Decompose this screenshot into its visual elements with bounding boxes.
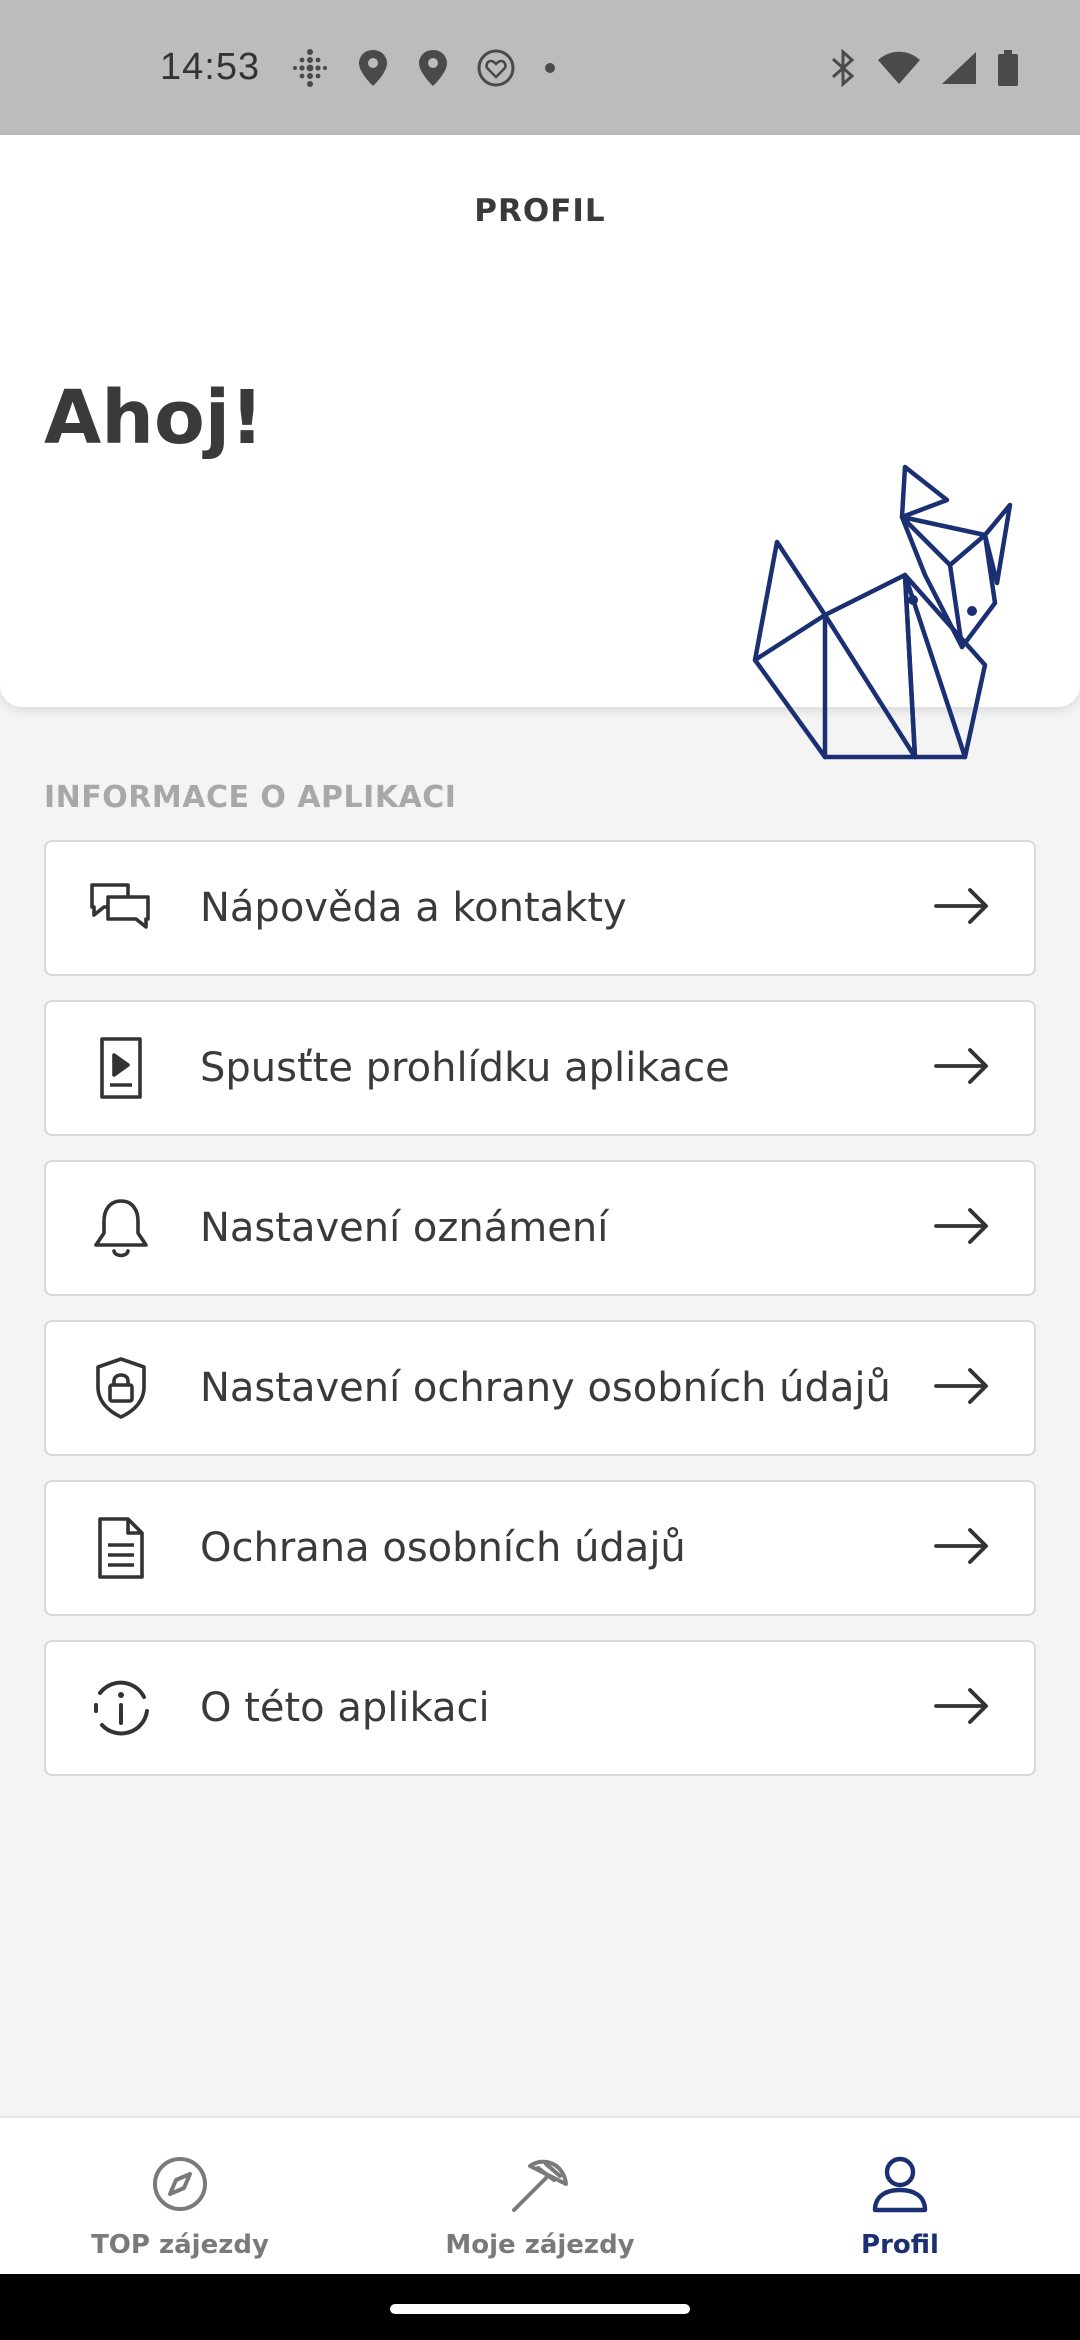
tour-device-icon (88, 1035, 154, 1101)
status-notification-icons (290, 48, 558, 88)
bluetooth-icon (831, 48, 855, 87)
profile-header-card: PROFIL Ahoj! (0, 135, 1080, 760)
arrow-right-icon (934, 886, 990, 930)
nav-tab-top-trips[interactable]: TOP zájezdy (0, 2118, 360, 2274)
menu-item-label: Nápověda a kontakty (200, 885, 627, 931)
arrow-right-icon (934, 1046, 990, 1090)
menu-list: Nápověda a kontakty Spusťte prohlídku ap… (44, 840, 1036, 1800)
wifi-icon (878, 51, 920, 84)
home-gesture-handle[interactable] (390, 2304, 690, 2314)
menu-item-about-app[interactable]: O této aplikaci (44, 1640, 1036, 1776)
origami-fox-illustration (752, 464, 1013, 760)
status-bar: 14:53 (0, 0, 1080, 135)
menu-item-label: Nastavení ochrany osobních údajů (200, 1365, 891, 1411)
person-icon (868, 2152, 932, 2216)
greeting-heading: Ahoj! (44, 375, 264, 461)
bell-icon (88, 1195, 154, 1261)
nav-tab-label: Profil (861, 2230, 939, 2260)
system-gesture-bar (0, 2274, 1080, 2340)
status-system-icons (828, 48, 1020, 88)
menu-item-app-tour[interactable]: Spusťte prohlídku aplikace (44, 1000, 1036, 1136)
location-pin-icon (419, 49, 448, 86)
info-icon (88, 1675, 154, 1741)
nav-tab-label: Moje zájezdy (445, 2230, 635, 2260)
nav-tab-profile[interactable]: Profil (720, 2118, 1080, 2274)
arrow-right-icon (934, 1366, 990, 1410)
fitbit-icon (293, 48, 328, 87)
nav-tab-label: TOP zájezdy (91, 2230, 269, 2260)
chat-bubbles-icon (88, 875, 154, 941)
menu-item-label: Ochrana osobních údajů (200, 1525, 686, 1571)
bottom-navigation: TOP zájezdy Moje zájezdy Profil (0, 2116, 1080, 2274)
menu-item-label: O této aplikaci (200, 1685, 490, 1731)
battery-icon (998, 49, 1018, 86)
heart-badge-icon (477, 49, 515, 86)
menu-item-privacy-policy[interactable]: Ochrana osobních údajů (44, 1480, 1036, 1616)
compass-icon (148, 2152, 212, 2216)
document-icon (88, 1515, 154, 1581)
arrow-right-icon (934, 1206, 990, 1250)
menu-item-label: Nastavení oznámení (200, 1205, 609, 1251)
menu-item-help-contacts[interactable]: Nápověda a kontakty (44, 840, 1036, 976)
arrow-right-icon (934, 1526, 990, 1570)
arrow-right-icon (934, 1686, 990, 1730)
signal-icon (942, 51, 976, 84)
nav-tab-my-trips[interactable]: Moje zájezdy (360, 2118, 720, 2274)
page-title: PROFIL (474, 193, 606, 229)
section-header: INFORMACE O APLIKACI (44, 780, 457, 815)
menu-item-notification-settings[interactable]: Nastavení oznámení (44, 1160, 1036, 1296)
notification-dot-icon (545, 62, 556, 73)
location-pin-icon (359, 49, 388, 86)
status-time: 14:53 (160, 46, 261, 88)
beach-umbrella-icon (508, 2152, 572, 2216)
menu-item-label: Spusťte prohlídku aplikace (200, 1045, 730, 1091)
shield-lock-icon (88, 1355, 154, 1421)
menu-item-privacy-settings[interactable]: Nastavení ochrany osobních údajů (44, 1320, 1036, 1456)
